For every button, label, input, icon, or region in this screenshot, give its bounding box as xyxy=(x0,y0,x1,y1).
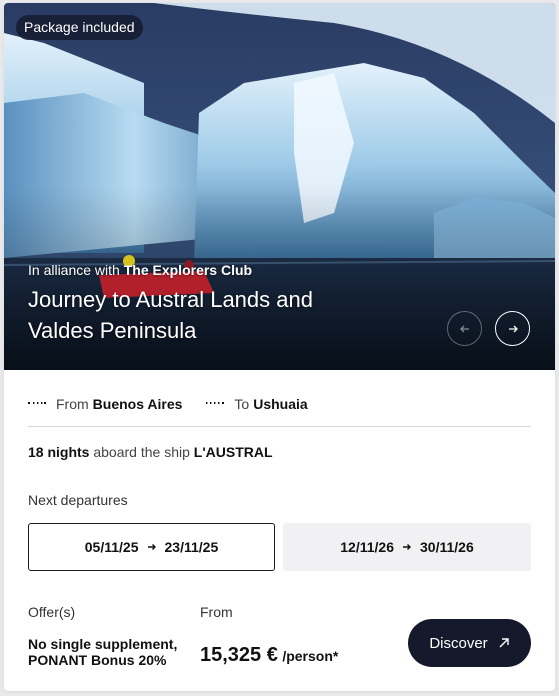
arrow-right-icon xyxy=(403,544,411,550)
offer-line-2: PONANT Bonus 20% xyxy=(28,652,167,668)
alliance-partner: The Explorers Club xyxy=(123,262,253,278)
aboard-text: aboard the ship xyxy=(93,444,190,460)
offer-line-1: No single supplement, xyxy=(28,636,178,652)
next-image-button[interactable] xyxy=(495,311,530,346)
cruise-title[interactable]: Journey to Austral Lands and Valdes Peni… xyxy=(28,284,368,346)
departure-option-2[interactable]: 12/11/26 30/11/26 xyxy=(283,523,531,571)
alliance-text: In alliance with The Explorers Club xyxy=(28,262,252,278)
offers-text: No single supplement, PONANT Bonus 20% xyxy=(28,636,198,668)
from-port: Buenos Aires xyxy=(92,396,183,412)
price-unit: /person* xyxy=(282,648,339,664)
package-included-badge: Package included xyxy=(16,15,143,40)
from-label: From xyxy=(56,396,89,412)
departure-end-date: 30/11/26 xyxy=(420,539,474,555)
discover-button[interactable]: Discover xyxy=(408,619,531,667)
nights-count: 18 nights xyxy=(28,444,90,460)
departure-start-date: 05/11/25 xyxy=(84,539,139,555)
alliance-prefix: In alliance with xyxy=(28,262,120,278)
route-start-icon xyxy=(28,402,46,404)
departure-start-date: 12/11/26 xyxy=(340,539,394,555)
discover-label: Discover xyxy=(429,634,488,652)
ship-name: L'AUSTRAL xyxy=(193,444,273,460)
to-label: To xyxy=(234,396,250,412)
hero-image-section[interactable]: Package included In alliance with The Ex… xyxy=(4,3,555,370)
arrow-left-icon xyxy=(459,325,469,332)
price: 15,325 € /person* xyxy=(200,644,338,667)
offers-label: Offer(s) xyxy=(28,604,76,620)
voyage-info: 18 nights aboard the ship L'AUSTRAL xyxy=(28,444,273,460)
arrow-right-icon xyxy=(508,325,518,332)
to-port: Ushuaia xyxy=(253,396,308,412)
price-amount: 15,325 € xyxy=(200,644,278,666)
arrow-right-icon xyxy=(147,544,156,550)
route-end-icon xyxy=(206,402,225,404)
cruise-card: Package included In alliance with The Ex… xyxy=(4,3,555,691)
next-departures-label: Next departures xyxy=(28,492,128,508)
route-info: From Buenos Aires To Ushuaia xyxy=(28,395,308,413)
departure-end-date: 23/11/25 xyxy=(164,539,219,555)
departure-option-1[interactable]: 05/11/25 23/11/25 xyxy=(28,523,275,571)
divider xyxy=(28,426,531,427)
price-from-label: From xyxy=(200,604,233,620)
previous-image-button[interactable] xyxy=(447,311,482,346)
to-group: To Ushuaia xyxy=(206,396,308,412)
arrow-up-right-icon xyxy=(499,638,509,648)
